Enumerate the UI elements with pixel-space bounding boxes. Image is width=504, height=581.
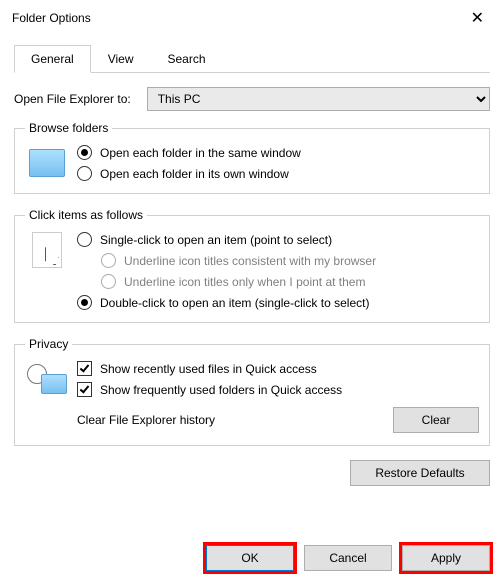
cursor-icon: [25, 232, 69, 268]
radio-double-click[interactable]: Double-click to open an item (single-cli…: [77, 295, 479, 310]
check-recent-files-label: Show recently used files in Quick access: [100, 362, 317, 376]
radio-underline-point: Underline icon titles only when I point …: [101, 274, 479, 289]
tab-general[interactable]: General: [14, 45, 91, 73]
privacy-icon: [25, 361, 69, 397]
window-title: Folder Options: [12, 11, 91, 25]
click-items-group: Click items as follows Single-click to o…: [14, 208, 490, 323]
cancel-button[interactable]: Cancel: [304, 545, 392, 571]
radio-double-click-label: Double-click to open an item (single-cli…: [100, 296, 369, 310]
dialog-footer: OK Cancel Apply: [206, 545, 490, 571]
folder-icon: [25, 145, 69, 181]
click-items-legend: Click items as follows: [25, 208, 147, 222]
radio-single-click-label: Single-click to open an item (point to s…: [100, 233, 332, 247]
radio-underline-browser-label: Underline icon titles consistent with my…: [124, 254, 376, 268]
open-explorer-row: Open File Explorer to: This PC: [14, 87, 490, 111]
open-explorer-select[interactable]: This PC: [147, 87, 490, 111]
tab-view[interactable]: View: [91, 45, 151, 73]
clear-history-label: Clear File Explorer history: [77, 413, 215, 427]
radio-underline-browser: Underline icon titles consistent with my…: [101, 253, 479, 268]
radio-own-window-label: Open each folder in its own window: [100, 167, 289, 181]
check-frequent-folders-label: Show frequently used folders in Quick ac…: [100, 383, 342, 397]
ok-button[interactable]: OK: [206, 545, 294, 571]
radio-same-window-label: Open each folder in the same window: [100, 146, 301, 160]
privacy-group: Privacy Show recently used files in Quic…: [14, 337, 490, 446]
open-explorer-label: Open File Explorer to:: [14, 92, 131, 106]
dialog-content: General View Search Open File Explorer t…: [0, 36, 504, 486]
restore-defaults-button[interactable]: Restore Defaults: [350, 460, 490, 486]
titlebar: Folder Options ✕: [0, 0, 504, 36]
browse-folders-group: Browse folders Open each folder in the s…: [14, 121, 490, 194]
check-frequent-folders[interactable]: Show frequently used folders in Quick ac…: [77, 382, 479, 397]
close-icon[interactable]: ✕: [463, 8, 492, 28]
tab-search[interactable]: Search: [151, 45, 223, 73]
browse-folders-legend: Browse folders: [25, 121, 112, 135]
privacy-legend: Privacy: [25, 337, 72, 351]
radio-same-window[interactable]: Open each folder in the same window: [77, 145, 479, 160]
apply-button[interactable]: Apply: [402, 545, 490, 571]
clear-button[interactable]: Clear: [393, 407, 479, 433]
check-recent-files[interactable]: Show recently used files in Quick access: [77, 361, 479, 376]
radio-own-window[interactable]: Open each folder in its own window: [77, 166, 479, 181]
radio-underline-point-label: Underline icon titles only when I point …: [124, 275, 365, 289]
tabstrip: General View Search: [14, 44, 490, 73]
radio-single-click[interactable]: Single-click to open an item (point to s…: [77, 232, 479, 247]
